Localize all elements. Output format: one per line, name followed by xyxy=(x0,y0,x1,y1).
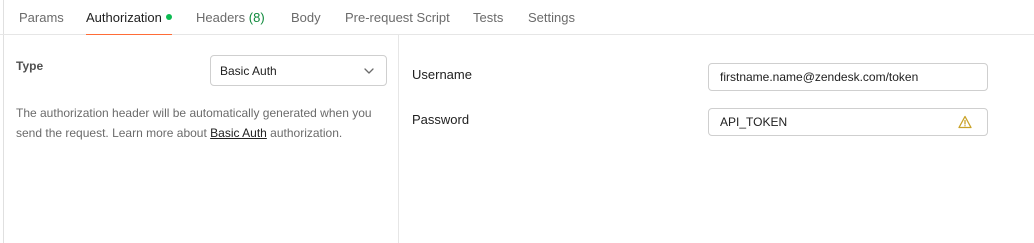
tab-authorization-label: Authorization xyxy=(86,10,162,25)
username-input[interactable] xyxy=(708,63,988,91)
tab-pre-request-script[interactable]: Pre-request Script xyxy=(345,9,450,35)
tab-params-label: Params xyxy=(19,10,64,25)
tab-settings-label: Settings xyxy=(528,10,575,25)
tab-tests-label: Tests xyxy=(473,10,504,25)
auth-type-select[interactable]: Basic Auth xyxy=(210,55,387,86)
tab-authorization[interactable]: Authorization xyxy=(86,9,172,35)
tab-body[interactable]: Body xyxy=(291,9,321,35)
username-label: Username xyxy=(412,67,472,82)
auth-type-pane: Type Basic Auth The authorization header… xyxy=(4,35,399,243)
basic-auth-link[interactable]: Basic Auth xyxy=(210,126,267,140)
auth-description-suffix: authorization. xyxy=(266,126,343,140)
request-tabs: Params Authorization Headers (8) Body Pr… xyxy=(0,0,1034,35)
chevron-down-icon xyxy=(364,68,374,74)
auth-type-label: Type xyxy=(16,59,44,73)
auth-description: The authorization header will be automat… xyxy=(16,103,381,143)
tab-tests[interactable]: Tests xyxy=(473,9,503,35)
tab-params[interactable]: Params xyxy=(19,9,64,35)
tab-headers-label: Headers xyxy=(196,10,246,25)
tab-headers-count: (8) xyxy=(248,10,265,25)
authorization-panel: Params Authorization Headers (8) Body Pr… xyxy=(0,0,1034,243)
password-input[interactable] xyxy=(708,108,988,136)
status-dot-icon xyxy=(165,14,172,20)
warning-triangle-icon[interactable] xyxy=(958,115,972,129)
tab-settings[interactable]: Settings xyxy=(528,9,575,35)
password-label: Password xyxy=(412,112,470,127)
auth-type-value: Basic Auth xyxy=(220,64,277,78)
tab-pre-request-script-label: Pre-request Script xyxy=(345,10,450,25)
tab-body-label: Body xyxy=(291,10,321,25)
tab-headers[interactable]: Headers (8) xyxy=(196,9,265,35)
